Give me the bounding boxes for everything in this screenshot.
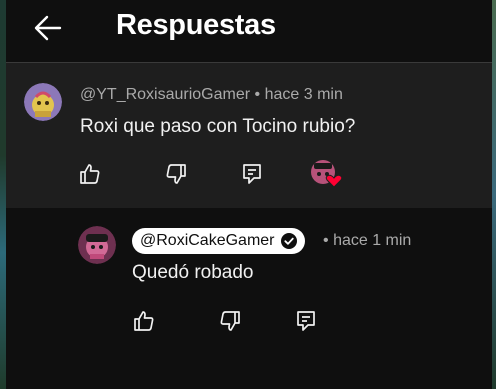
parent-comment: @YT_RoxisaurioGamer • hace 3 min Roxi qu… [6, 63, 492, 208]
reply-comment: @RoxiCakeGamer • hace 1 min Quedó robado [6, 208, 492, 389]
comment-time: hace 3 min [264, 86, 343, 103]
dislike-icon[interactable] [218, 309, 242, 333]
comment-meta: @YT_RoxisaurioGamer • hace 3 min [80, 86, 343, 104]
reply-icon[interactable] [240, 162, 264, 186]
like-icon[interactable] [132, 309, 156, 333]
replies-header: Respuestas [6, 0, 492, 62]
dislike-icon[interactable] [164, 162, 188, 186]
page-title: Respuestas [116, 9, 276, 41]
creator-heart-icon[interactable] [310, 159, 344, 189]
comment-text: Roxi que paso con Tocino rubio? [80, 116, 356, 137]
like-icon[interactable] [78, 162, 102, 186]
comment-meta: • hace 1 min [323, 232, 411, 250]
avatar[interactable] [78, 226, 116, 264]
meta-separator: • [323, 232, 329, 249]
comment-author[interactable]: @YT_RoxisaurioGamer [80, 86, 250, 103]
comment-text: Quedó robado [132, 262, 254, 283]
verified-check-icon [280, 233, 297, 249]
comment-time: hace 1 min [333, 232, 412, 249]
right-edge-strip [492, 0, 496, 389]
avatar[interactable] [24, 83, 62, 121]
back-button[interactable] [30, 10, 66, 46]
arrow-left-icon [30, 15, 66, 50]
author-chip[interactable]: @RoxiCakeGamer [132, 228, 305, 254]
reply-icon[interactable] [294, 309, 318, 333]
meta-separator: • [254, 86, 261, 103]
comment-author: @RoxiCakeGamer [140, 232, 275, 249]
comment-actions [6, 159, 492, 189]
